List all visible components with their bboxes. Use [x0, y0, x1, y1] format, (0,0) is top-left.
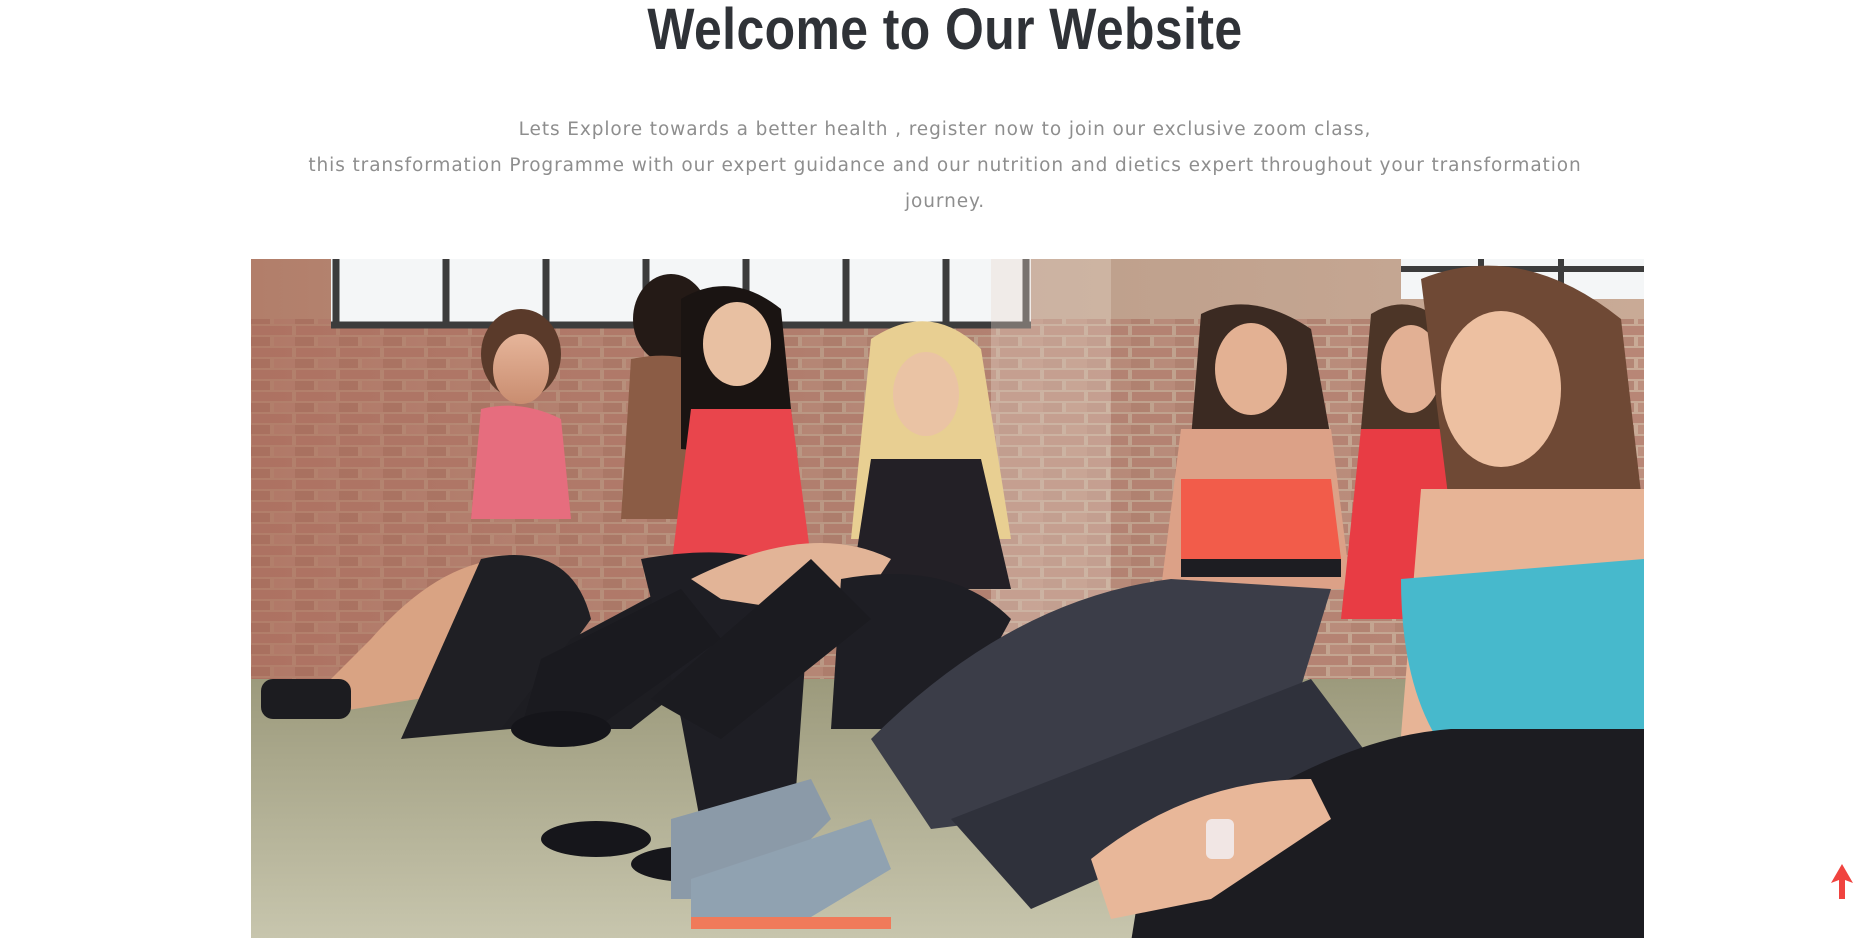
hero-line-1: Lets Explore towards a better health , r…	[518, 118, 1372, 140]
hero-line-3: journey.	[905, 190, 985, 212]
hero-description: Lets Explore towards a better health , r…	[300, 112, 1590, 220]
hero-image	[251, 259, 1644, 938]
arrow-up-icon	[1831, 864, 1853, 899]
page: Welcome to Our Website Lets Explore towa…	[0, 0, 1872, 938]
hero-line-2: this transformation Programme with our e…	[308, 154, 1582, 176]
page-title: Welcome to Our Website	[647, 0, 1243, 62]
scroll-to-top-button[interactable]	[1827, 863, 1857, 901]
